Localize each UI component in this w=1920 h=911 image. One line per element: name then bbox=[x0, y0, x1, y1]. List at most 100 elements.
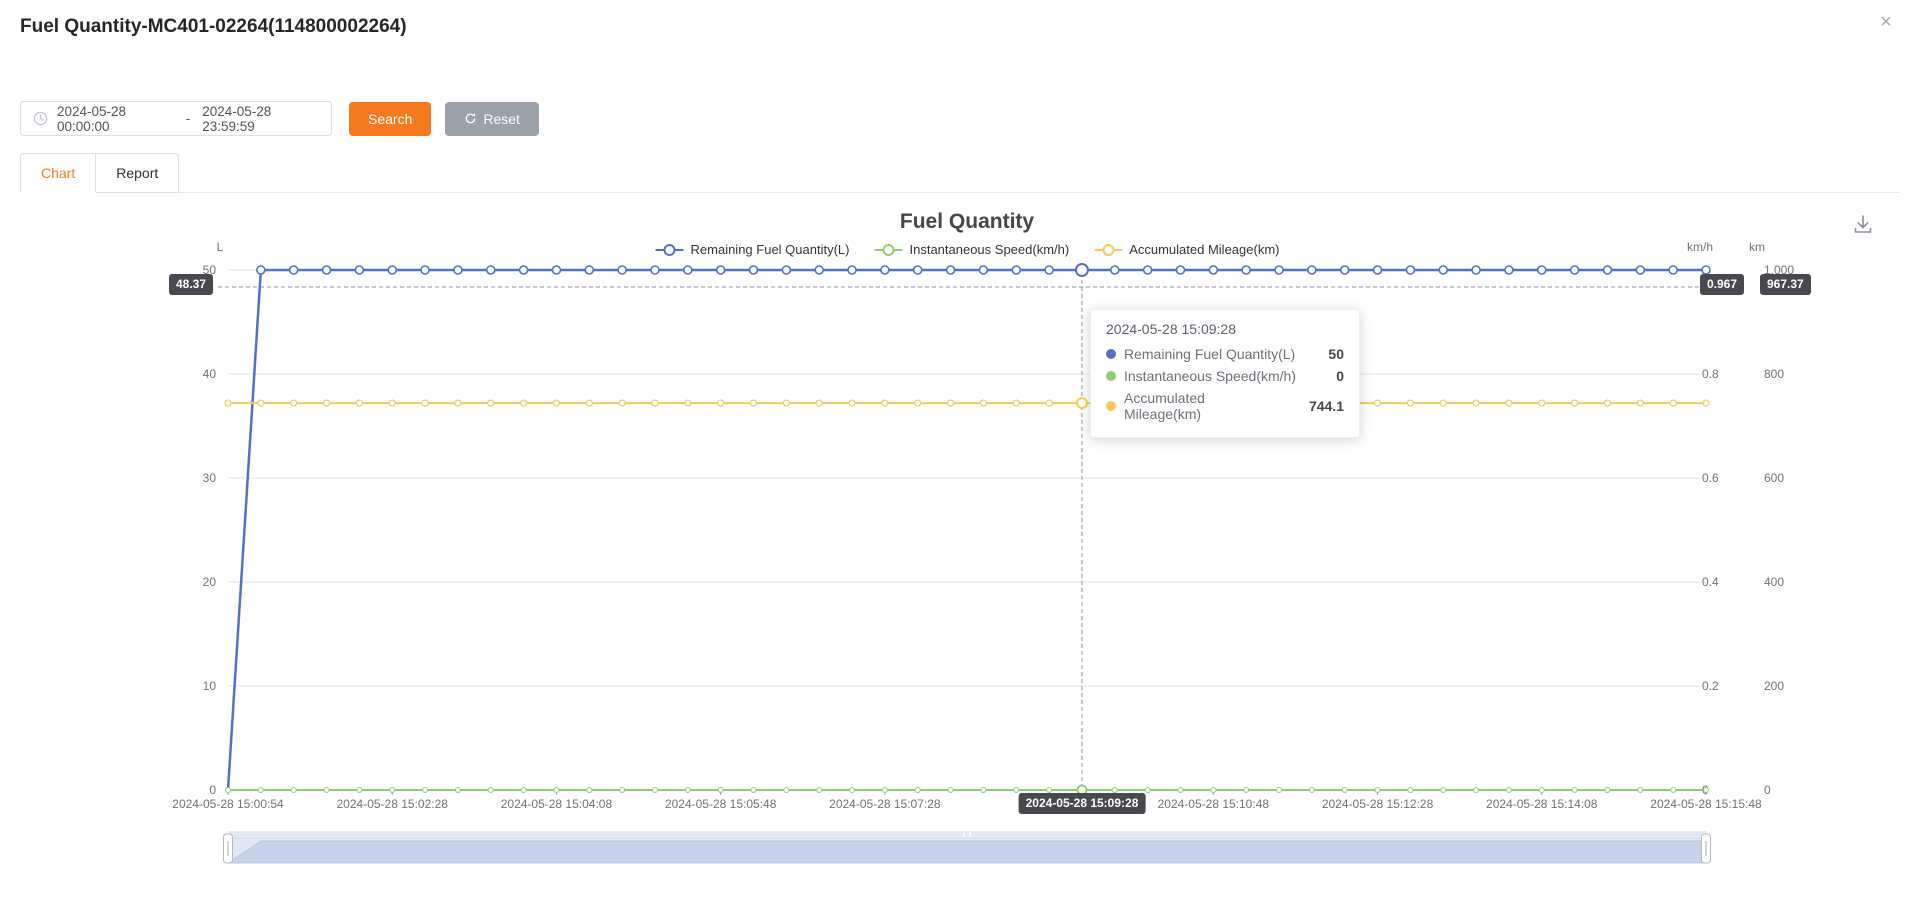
data-point bbox=[488, 788, 493, 793]
x-axis-tick: 2024-05-28 15:00:54 bbox=[172, 797, 284, 811]
tooltip-series-value: 744.1 bbox=[1309, 398, 1344, 414]
tooltip-rows: Remaining Fuel Quantity(L) 50 Instantane… bbox=[1106, 346, 1344, 422]
grid bbox=[228, 270, 1706, 790]
data-point bbox=[620, 788, 625, 793]
tab-report[interactable]: Report bbox=[96, 153, 179, 193]
data-point bbox=[1046, 400, 1052, 406]
data-point bbox=[882, 400, 888, 406]
pointer-badge-left-axis: 48.37 bbox=[169, 274, 213, 295]
data-point bbox=[618, 266, 626, 274]
data-point bbox=[521, 788, 526, 793]
data-point bbox=[948, 788, 953, 793]
x-axis-tick: 2024-05-28 15:12:28 bbox=[1322, 797, 1434, 811]
data-point bbox=[782, 266, 790, 274]
data-point bbox=[1242, 266, 1250, 274]
data-point bbox=[1539, 400, 1545, 406]
data-point bbox=[226, 788, 231, 793]
data-point bbox=[881, 266, 889, 274]
data-point bbox=[1211, 788, 1216, 793]
data-point bbox=[1604, 400, 1610, 406]
data-point bbox=[1077, 398, 1087, 408]
data-point bbox=[290, 266, 298, 274]
data-point bbox=[1670, 400, 1676, 406]
data-point bbox=[1539, 788, 1544, 793]
data-point bbox=[422, 400, 428, 406]
data-point bbox=[651, 266, 659, 274]
fuel-quantity-panel: Fuel Quantity-MC401-02264(114800002264) … bbox=[0, 0, 1920, 911]
page-title: Fuel Quantity-MC401-02264(114800002264) bbox=[20, 16, 407, 38]
data-point bbox=[488, 400, 494, 406]
data-point bbox=[915, 400, 921, 406]
datazoom-filler[interactable] bbox=[228, 838, 1706, 863]
data-point bbox=[389, 400, 395, 406]
data-point bbox=[979, 266, 987, 274]
x-axis-tick: 2024-05-28 15:02:28 bbox=[337, 797, 449, 811]
tooltip-series-value: 50 bbox=[1328, 346, 1344, 362]
tooltip-series-label: Instantaneous Speed(km/h) bbox=[1106, 368, 1296, 384]
data-point bbox=[718, 400, 724, 406]
data-point bbox=[1572, 788, 1577, 793]
data-point bbox=[1178, 788, 1183, 793]
data-point bbox=[258, 788, 263, 793]
data-point bbox=[1671, 788, 1676, 793]
data-point bbox=[1308, 266, 1316, 274]
data-point bbox=[1572, 400, 1578, 406]
data-point bbox=[1571, 266, 1579, 274]
y-axis-tick: 10 bbox=[203, 679, 217, 693]
data-point bbox=[1277, 788, 1282, 793]
data-point bbox=[1145, 788, 1150, 793]
data-point bbox=[1341, 266, 1349, 274]
close-icon[interactable]: × bbox=[1872, 8, 1900, 36]
data-point bbox=[751, 400, 757, 406]
series-2 bbox=[226, 786, 1709, 795]
data-point bbox=[323, 266, 331, 274]
data-point bbox=[1605, 788, 1610, 793]
data-point bbox=[1342, 788, 1347, 793]
tooltip-series-label: Accumulated Mileage(km) bbox=[1106, 390, 1285, 422]
y-axis-tick: 800 bbox=[1764, 367, 1784, 381]
data-point bbox=[585, 266, 593, 274]
y-axis-unit: L bbox=[217, 240, 224, 254]
clock-icon bbox=[33, 111, 48, 126]
tooltip-timestamp: 2024-05-28 15:09:28 bbox=[1106, 321, 1344, 337]
datazoom-slider[interactable] bbox=[224, 831, 1711, 863]
datazoom-move-handle[interactable] bbox=[228, 831, 1706, 838]
data-point bbox=[1076, 264, 1088, 276]
data-point bbox=[1704, 788, 1709, 793]
data-point bbox=[390, 788, 395, 793]
data-point bbox=[586, 400, 592, 406]
y-axis-tick: 0.4 bbox=[1702, 575, 1719, 589]
chart-canvas: L50403020100km/h10.80.60.40.20km1,000800… bbox=[0, 200, 1920, 890]
data-point bbox=[554, 788, 559, 793]
data-point bbox=[1244, 788, 1249, 793]
chart-area: Fuel Quantity Remaining Fuel Quantity(L)… bbox=[0, 200, 1920, 890]
date-start-value[interactable]: 2024-05-28 00:00:00 bbox=[57, 104, 174, 134]
data-point bbox=[882, 788, 887, 793]
data-point bbox=[1440, 400, 1446, 406]
y-axis-tick: 40 bbox=[203, 367, 217, 381]
data-point bbox=[1702, 266, 1710, 274]
date-end-value[interactable]: 2024-05-28 23:59:59 bbox=[202, 104, 319, 134]
data-point bbox=[520, 266, 528, 274]
data-point bbox=[324, 400, 330, 406]
data-point bbox=[1474, 788, 1479, 793]
data-point bbox=[1441, 788, 1446, 793]
data-point bbox=[684, 266, 692, 274]
tab-chart[interactable]: Chart bbox=[20, 153, 96, 193]
x-axis-tick: 2024-05-28 15:14:08 bbox=[1486, 797, 1598, 811]
pointer-badge-x-axis: 2024-05-28 15:09:28 bbox=[1019, 793, 1146, 814]
data-point bbox=[1472, 266, 1480, 274]
data-point bbox=[1703, 400, 1709, 406]
reset-button[interactable]: Reset bbox=[445, 102, 539, 136]
tooltip-row: Instantaneous Speed(km/h) 0 bbox=[1106, 368, 1344, 384]
data-point bbox=[718, 788, 723, 793]
search-button[interactable]: Search bbox=[349, 102, 431, 136]
data-point bbox=[1637, 400, 1643, 406]
data-point bbox=[356, 400, 362, 406]
date-range-picker[interactable]: 2024-05-28 00:00:00 - 2024-05-28 23:59:5… bbox=[20, 101, 332, 136]
reset-label: Reset bbox=[483, 111, 520, 127]
data-point bbox=[1375, 788, 1380, 793]
x-axis-tick: 2024-05-28 15:05:48 bbox=[665, 797, 777, 811]
data-point bbox=[357, 788, 362, 793]
y-axis-unit: km bbox=[1749, 240, 1765, 254]
